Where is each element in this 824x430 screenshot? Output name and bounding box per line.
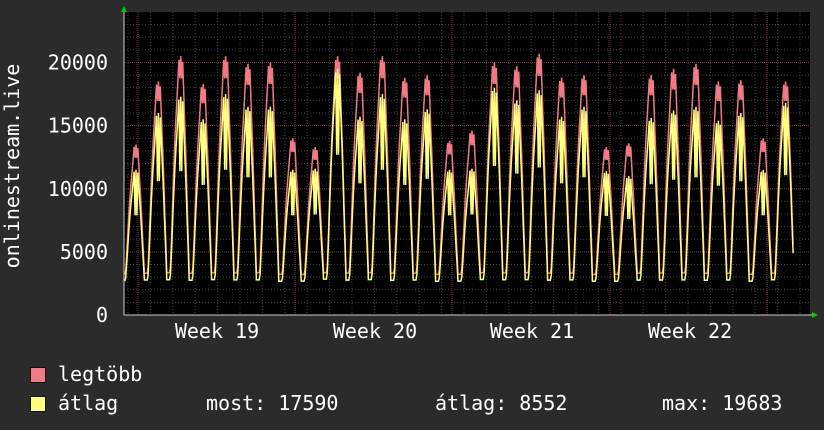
x-tick-label: Week 21 [490,319,574,343]
y-axis-arrow [121,6,127,12]
y-tick-label: 5000 [60,240,108,264]
chart: 0 5000 10000 15000 20000 Week 19 Week 20 Week 2… [0,6,818,343]
y-tick-label: 10000 [48,177,108,201]
stat-max: max: 19683 [662,391,783,415]
stat-avg: átlag: 8552 [435,391,568,415]
legend-avg-label: átlag [58,391,119,415]
stat-now: most: 17590 [206,391,339,415]
x-tick-label: Week 19 [175,319,259,343]
legend-max-swatch [30,367,46,383]
x-tick-label: Week 20 [333,319,417,343]
y-tick-label: 0 [96,303,108,327]
y-tick-label: 15000 [48,114,108,138]
y-axis-label: onlinestream.live [0,64,24,269]
legend-avg-swatch [30,396,46,412]
y-tick-label: 20000 [48,51,108,75]
x-axis-arrow [812,312,818,318]
legend-max-label: legtöbb [58,362,143,386]
x-tick-label: Week 22 [648,319,732,343]
